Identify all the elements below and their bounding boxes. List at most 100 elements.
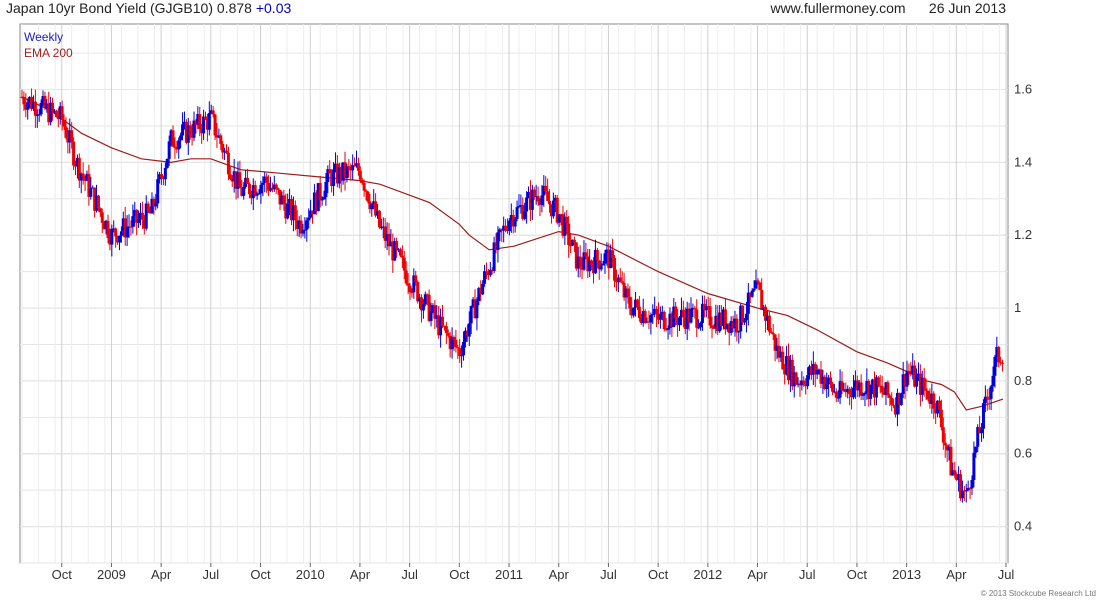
candle-body: [922, 377, 926, 389]
candle-body: [54, 110, 58, 118]
candle-body: [546, 191, 550, 201]
candle-body: [890, 397, 894, 405]
candle-body: [678, 317, 682, 326]
candle-body: [421, 304, 425, 311]
candle-body: [332, 169, 336, 187]
candle-body: [265, 176, 269, 183]
candle-body: [246, 177, 250, 184]
candle-body: [941, 427, 945, 443]
candle-body: [513, 218, 517, 227]
candle-body: [345, 166, 349, 179]
chart-grid: [19, 23, 1009, 564]
legend-weekly: Weekly: [24, 30, 63, 44]
candle-body: [408, 285, 412, 293]
x-tick-label: Apr: [946, 567, 967, 582]
candle-body: [964, 490, 968, 492]
candle-body: [970, 480, 974, 489]
candle-body: [467, 323, 471, 337]
candle-body: [131, 216, 135, 227]
candle-body: [905, 370, 909, 387]
candle-body: [228, 174, 232, 179]
candle-body: [960, 490, 964, 499]
candle-body: [699, 322, 703, 328]
candle-body: [446, 333, 450, 336]
candle-body: [305, 220, 309, 230]
candle-body: [517, 206, 521, 208]
candle-body: [693, 308, 697, 310]
candle-body: [836, 397, 840, 399]
candle-body: [247, 183, 251, 195]
candle-body: [454, 340, 458, 348]
candle-body: [360, 179, 364, 183]
candle-body: [924, 388, 928, 391]
candle-body: [618, 277, 622, 282]
candle-body: [274, 184, 278, 189]
candle-body: [637, 306, 641, 318]
candle-body: [398, 249, 402, 256]
candle-body: [741, 305, 745, 323]
candle-body: [33, 101, 37, 116]
y-tick-label: 0.4: [1014, 519, 1032, 534]
candle-body: [551, 200, 555, 217]
candle-body: [523, 211, 527, 219]
candle-body: [481, 283, 485, 295]
candle-body: [888, 395, 892, 398]
candle-body: [572, 239, 576, 243]
candle-body: [815, 370, 819, 375]
candle-body: [60, 106, 64, 120]
candle-body: [238, 172, 242, 188]
y-tick-label: 1.6: [1014, 82, 1032, 97]
candle-body: [649, 315, 653, 323]
candle-body: [202, 116, 206, 134]
candle-body: [261, 182, 265, 185]
candle-body: [981, 403, 985, 429]
x-tick-label: Jul: [998, 567, 1015, 582]
candle-body: [628, 296, 632, 309]
candle-body: [89, 187, 93, 197]
candle-body: [993, 356, 997, 376]
candle-body: [987, 398, 991, 400]
candle-body: [286, 203, 290, 219]
candle-body: [26, 102, 30, 110]
candle-body: [876, 377, 880, 386]
candle-body: [395, 241, 399, 250]
candle-body: [156, 179, 160, 204]
candle-body: [322, 197, 326, 200]
candle-body: [681, 309, 685, 318]
candle-body: [39, 102, 43, 115]
candle-body: [441, 316, 445, 326]
candle-body: [939, 409, 943, 428]
candle-body: [567, 223, 571, 246]
y-tick-label: 1.4: [1014, 154, 1032, 169]
candle-body: [307, 217, 311, 221]
plot-frame: [19, 23, 1009, 564]
candle-body: [165, 158, 169, 168]
candle-body: [469, 306, 473, 324]
x-tick-label: 2009: [97, 567, 126, 582]
candle-body: [926, 390, 930, 400]
candle-body: [370, 204, 374, 210]
candle-body: [146, 203, 150, 211]
candle-body: [324, 182, 328, 198]
candle-body: [540, 195, 544, 206]
candle-body: [756, 280, 760, 283]
candle-body: [695, 309, 699, 328]
candle-body: [402, 257, 406, 271]
candle-body: [400, 255, 404, 258]
candle-body: [643, 311, 647, 323]
candle-body: [880, 385, 884, 393]
candle-body: [475, 300, 479, 319]
candle-body: [462, 341, 466, 356]
candle-body: [989, 386, 993, 399]
candle-body: [899, 393, 903, 406]
candle-body: [377, 210, 381, 228]
candle-body: [117, 235, 121, 243]
x-tick-label: Jul: [799, 567, 816, 582]
x-tick-label: Apr: [151, 567, 172, 582]
candle-body: [456, 347, 460, 349]
candle-body: [859, 382, 863, 396]
candle-body: [886, 382, 890, 396]
candle-body: [781, 351, 785, 370]
candle-body: [328, 169, 332, 174]
y-tick-label: 1: [1014, 300, 1021, 315]
